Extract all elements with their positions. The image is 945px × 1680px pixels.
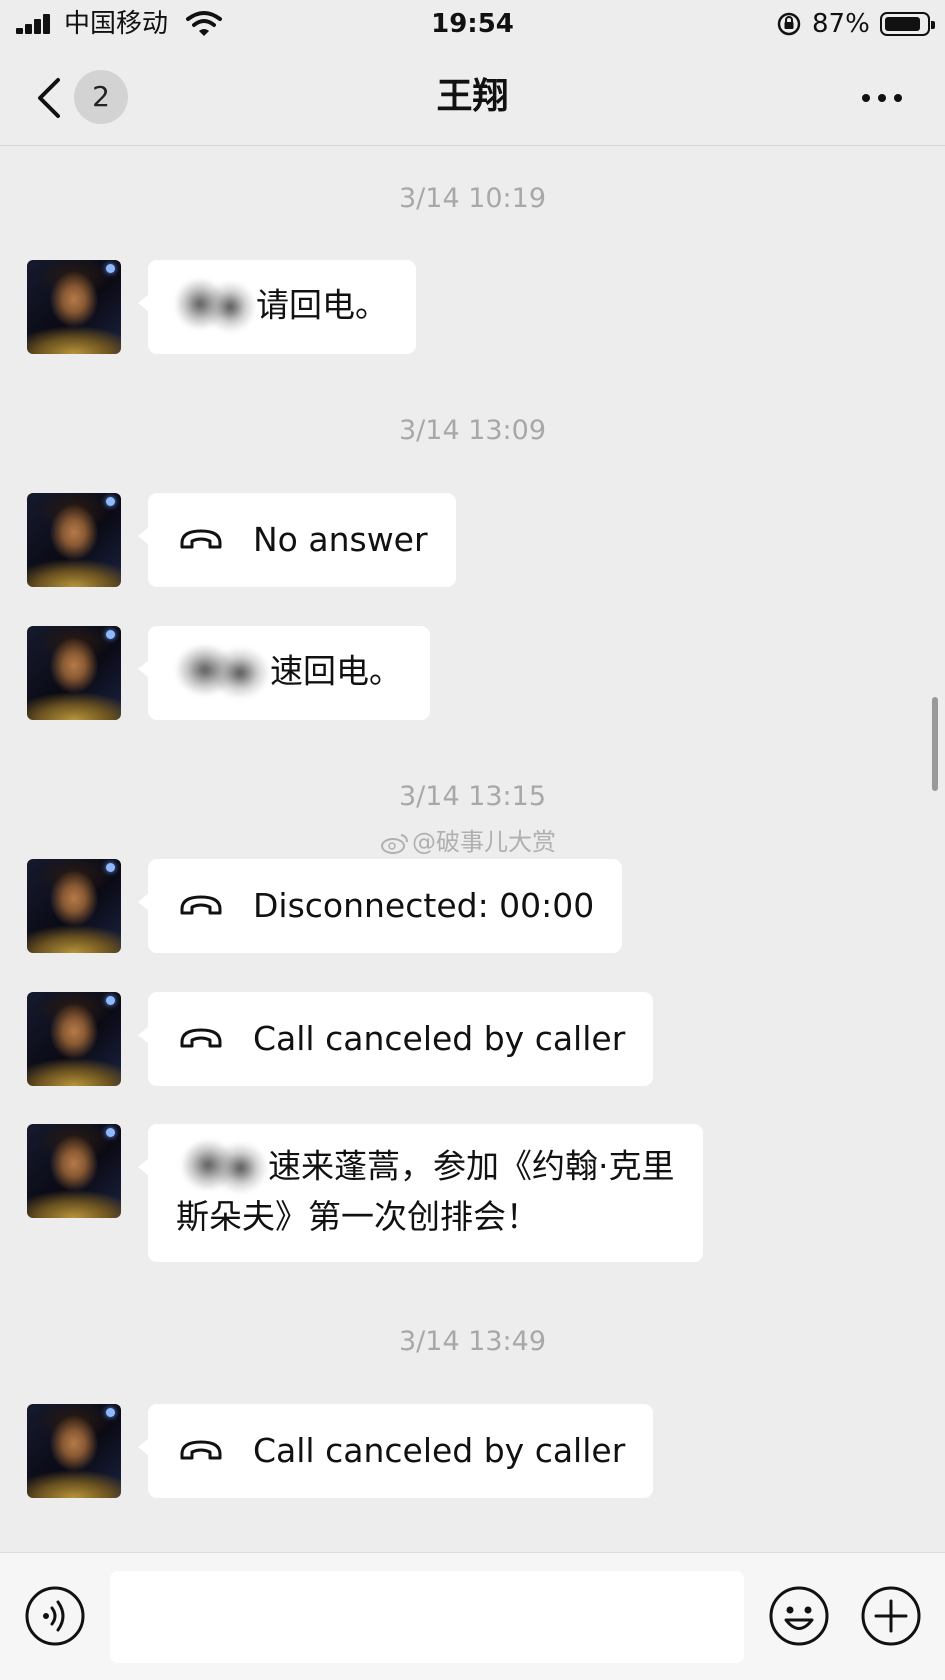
status-time: 19:54	[431, 9, 514, 39]
back-button[interactable]	[30, 72, 70, 124]
call-status-text: No answer	[253, 520, 428, 559]
call-record-bubble[interactable]: Disconnected: 00:00	[137, 859, 623, 953]
phone-hangup-icon	[180, 895, 222, 915]
message-bubble[interactable]: 速回电。	[138, 626, 430, 720]
more-options-button[interactable]	[858, 84, 906, 112]
scrollbar[interactable]	[932, 697, 938, 791]
phone-hangup-icon	[180, 529, 222, 549]
avatar[interactable]	[27, 493, 121, 587]
message-timestamp: 3/14 13:49	[398, 1326, 547, 1357]
phone-hangup-icon	[180, 1440, 222, 1460]
plus-icon[interactable]	[860, 1585, 922, 1647]
battery-percent: 87%	[812, 9, 870, 39]
avatar[interactable]	[27, 1124, 121, 1218]
redacted-blur	[170, 275, 256, 333]
message-timestamp: 3/14 13:15	[398, 781, 547, 812]
message-text: 速回电。	[270, 651, 402, 691]
page-title: 王翔	[436, 76, 509, 117]
call-record-bubble[interactable]: No answer	[138, 493, 456, 587]
message-bubble[interactable]: 速来蓬蒿，参加《约翰·克里 斯朵夫》第一次创排会！	[138, 1124, 703, 1262]
battery-icon	[880, 12, 935, 36]
watermark: @破事儿大赏	[380, 827, 556, 857]
avatar[interactable]	[27, 859, 121, 953]
message-timestamp: 3/14 10:19	[398, 183, 547, 214]
message-bubble[interactable]: 请回电。	[138, 260, 416, 354]
input-bar	[0, 1552, 945, 1680]
weibo-logo-icon	[381, 834, 408, 854]
call-record-bubble[interactable]: Call canceled by caller	[137, 992, 654, 1086]
nav-bar: 2 王翔	[0, 50, 945, 146]
phone-hangup-icon	[180, 1028, 222, 1048]
watermark-text: @破事儿大赏	[412, 828, 556, 856]
redacted-blur	[170, 641, 270, 699]
status-bar: 中国移动 19:54 87%	[0, 0, 945, 50]
unread-count-badge[interactable]: 2	[74, 70, 128, 124]
avatar[interactable]	[27, 1404, 121, 1498]
redacted-blur	[176, 1136, 268, 1194]
message-text: 请回电。	[256, 285, 388, 325]
message-timestamp: 3/14 13:09	[398, 415, 547, 446]
message-text-line-1: 速来蓬蒿，参加《约翰·克里	[268, 1146, 675, 1186]
chat-history[interactable]: 3/14 10:19 请回电。 3/14 13:09 No answer 速回电…	[0, 147, 945, 1552]
emoji-icon[interactable]	[768, 1585, 830, 1647]
call-status-text: Call canceled by caller	[253, 1019, 626, 1058]
avatar[interactable]	[27, 260, 121, 354]
call-status-text: Call canceled by caller	[253, 1431, 626, 1470]
voice-icon[interactable]	[24, 1585, 86, 1647]
avatar[interactable]	[27, 992, 121, 1086]
message-input[interactable]	[110, 1571, 744, 1663]
avatar[interactable]	[27, 626, 121, 720]
call-status-text: Disconnected: 00:00	[253, 886, 595, 925]
rotation-lock-icon	[777, 12, 801, 36]
call-record-bubble[interactable]: Call canceled by caller	[137, 1404, 654, 1498]
message-text-line-2: 斯朵夫》第一次创排会！	[176, 1197, 539, 1236]
